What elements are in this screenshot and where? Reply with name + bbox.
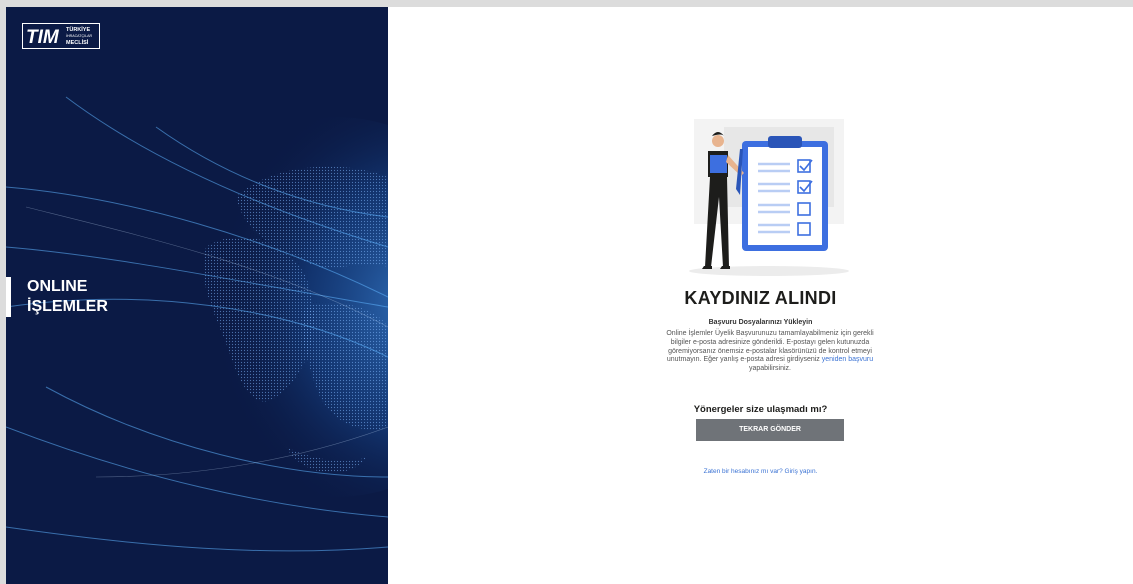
tim-logo[interactable]: TIM TÜRKİYE İHRACATÇILAR MECLİSİ	[22, 23, 100, 54]
login-link[interactable]: Zaten bir hesabınız mı var? Giriş yapın.	[388, 468, 1133, 475]
checklist-illustration	[689, 119, 849, 276]
svg-text:TÜRKİYE: TÜRKİYE	[66, 26, 90, 33]
page-subtitle: Başvuru Dosyalarınızı Yükleyin	[708, 319, 813, 326]
page-frame: TIM TÜRKİYE İHRACATÇILAR MECLİSİ ONLINE …	[6, 7, 1133, 584]
description-text: Online İşlemler Üyelik Başvurunuzu tamam…	[656, 330, 884, 374]
description-tail: yapabilirsiniz.	[748, 365, 792, 373]
main-content: KAYDINIZ ALINDI Başvuru Dosyalarınızı Yü…	[388, 7, 1133, 584]
sidebar-title-line2: İŞLEMLER	[27, 298, 108, 315]
resend-question: Yönergeler size ulaşmadı mı?	[693, 404, 828, 415]
svg-text:MECLİSİ: MECLİSİ	[66, 39, 89, 46]
svg-text:TIM: TIM	[26, 27, 60, 48]
sidebar-title: ONLINE İŞLEMLER	[6, 277, 108, 317]
resend-button[interactable]: TEKRAR GÖNDER	[696, 419, 844, 441]
sidebar-title-line1: ONLINE	[27, 278, 88, 295]
reapply-link[interactable]: yeniden başvuru	[822, 356, 873, 363]
page-title: KAYDINIZ ALINDI	[684, 288, 837, 308]
left-panel: TIM TÜRKİYE İHRACATÇILAR MECLİSİ ONLINE …	[6, 7, 388, 584]
svg-text:İHRACATÇILAR: İHRACATÇILAR	[66, 33, 92, 38]
